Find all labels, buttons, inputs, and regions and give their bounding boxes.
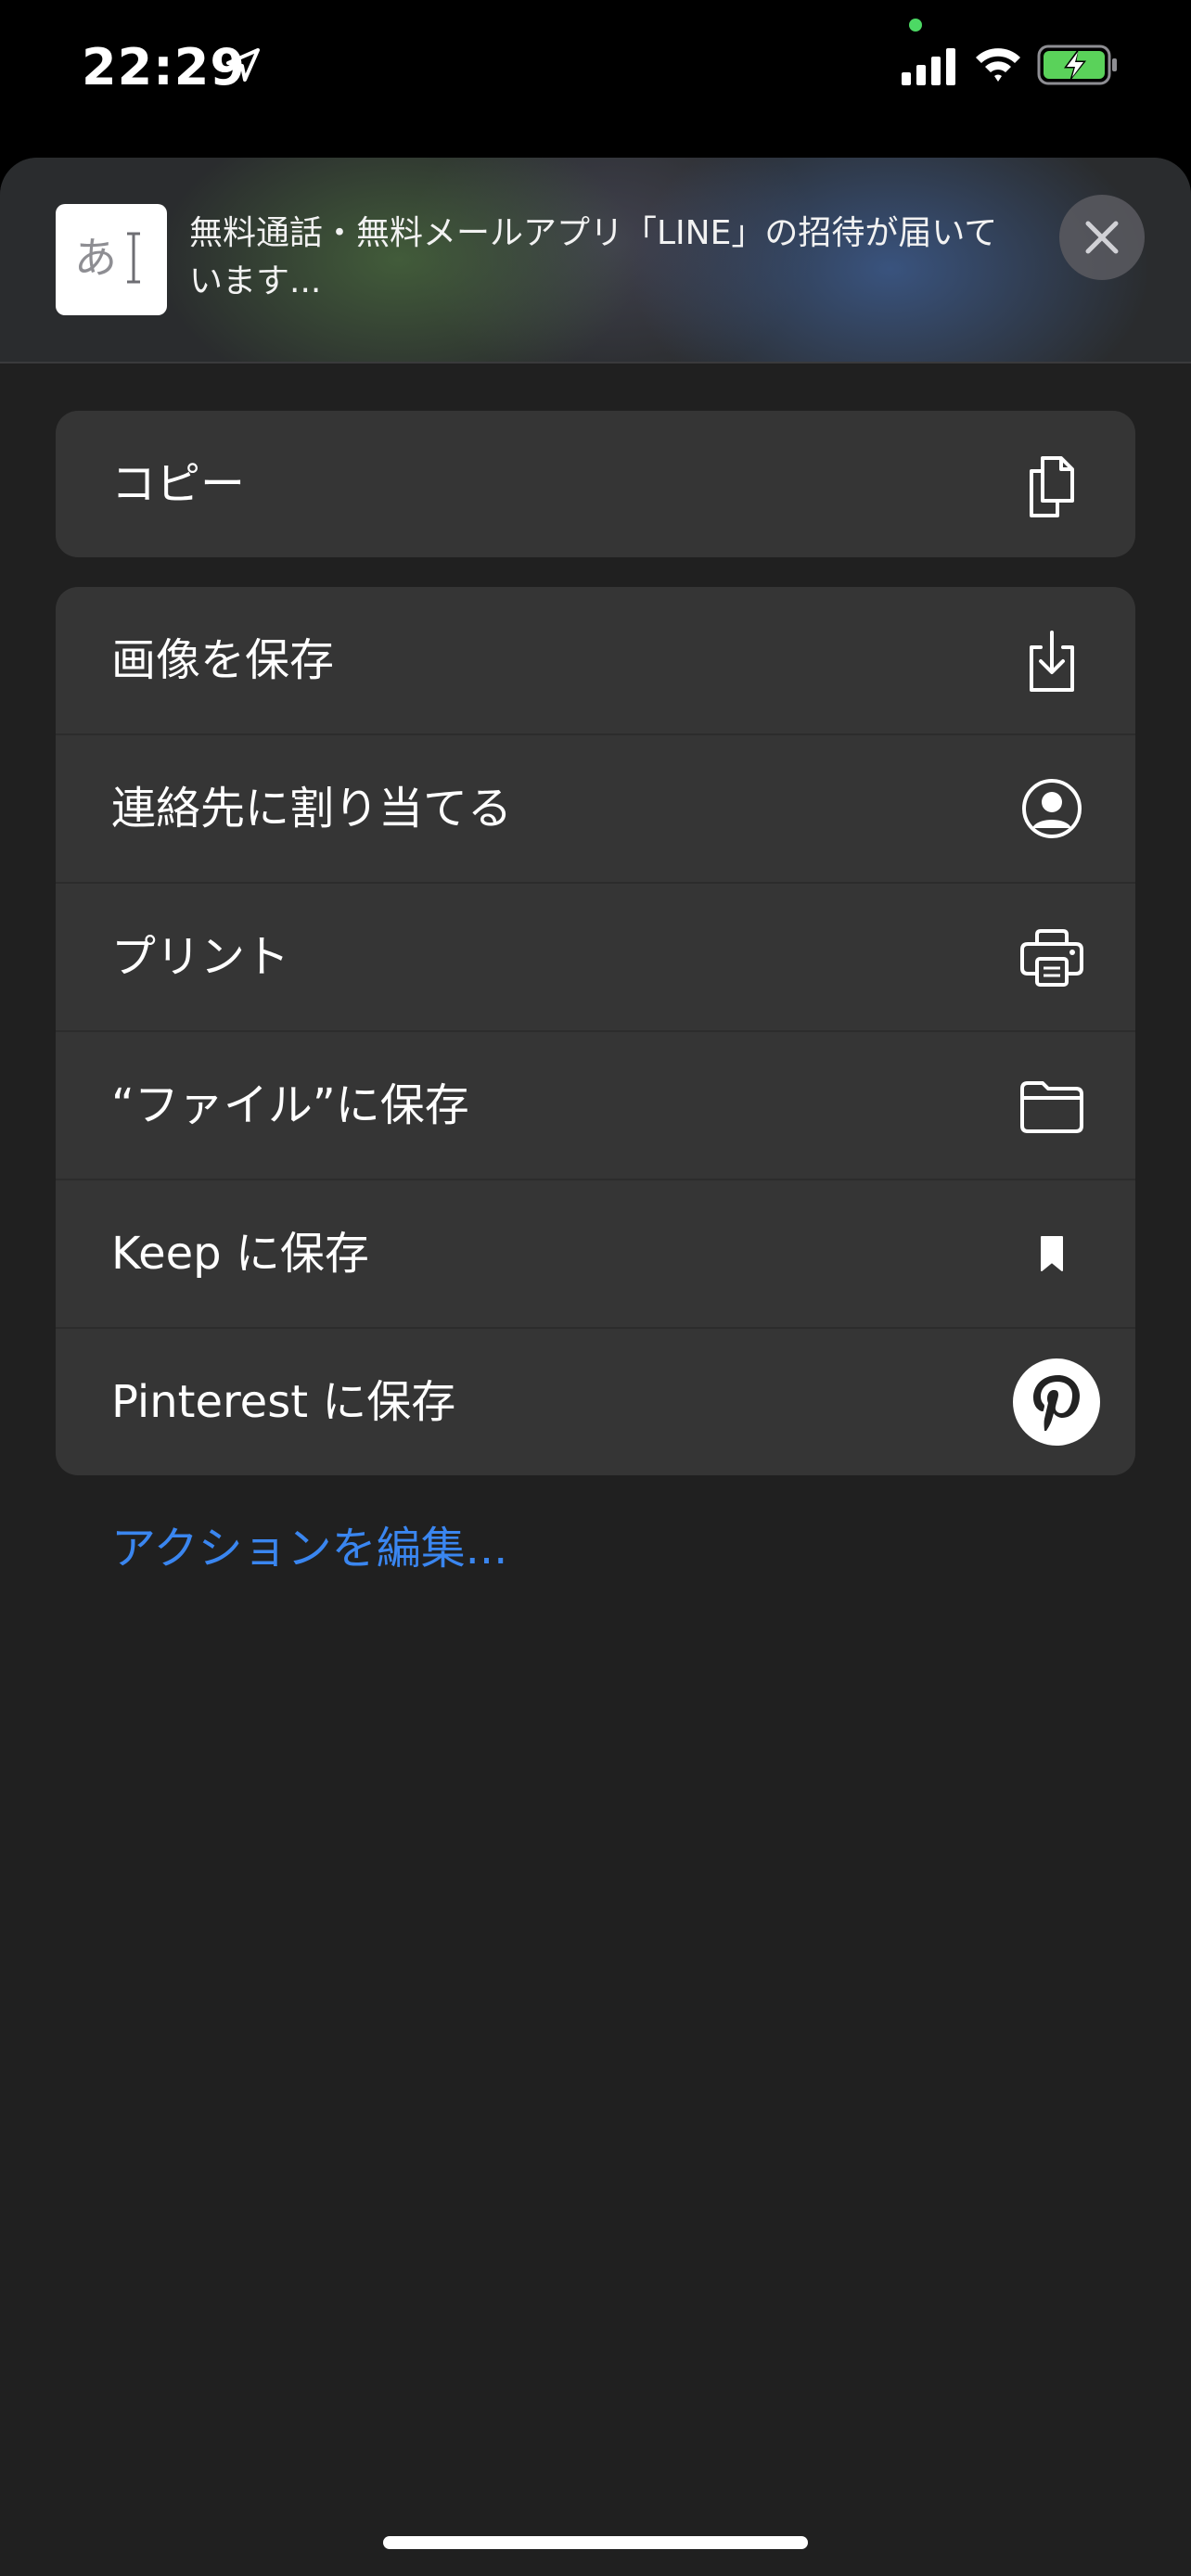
close-button[interactable] <box>1059 195 1145 280</box>
wifi-icon <box>976 48 1020 82</box>
action-copy-label: コピー <box>111 458 246 510</box>
action-save-to-files-label: “ファイル”に保存 <box>111 1079 469 1131</box>
location-arrow-icon <box>226 48 260 82</box>
pinterest-icon <box>1013 1358 1100 1446</box>
home-indicator[interactable] <box>383 2536 808 2549</box>
battery-charging-icon <box>1037 45 1117 85</box>
share-sheet: あ 無料通話・無料メールアプリ「LINE」の招待が届いています... コピー 画… <box>0 158 1191 2576</box>
contact-icon <box>1015 772 1089 846</box>
thumbnail-glyph: あ <box>74 233 117 283</box>
action-assign-to-contact-label: 連絡先に割り当てる <box>111 783 513 835</box>
action-save-to-files[interactable]: “ファイル”に保存 <box>56 1032 1135 1180</box>
save-image-icon <box>1015 623 1089 697</box>
screen: 22:29 あ 無料通話・無料メールアプリ「LINE」の招待が届いています...… <box>0 0 1191 2576</box>
action-copy[interactable]: コピー <box>56 411 1135 557</box>
text-cursor-icon <box>127 232 140 284</box>
camera-in-use-indicator <box>909 19 922 32</box>
action-assign-to-contact[interactable]: 連絡先に割り当てる <box>56 735 1135 884</box>
edit-actions-link[interactable]: アクションを編集... <box>111 1511 507 1586</box>
bookmark-icon <box>1015 1217 1089 1291</box>
actions-group: 画像を保存 連絡先に割り当てる プリント “ファイル”に保存 Keep に保存 … <box>56 587 1135 1475</box>
close-icon <box>1085 221 1119 254</box>
status-time: 22:29 <box>82 38 246 96</box>
copy-icon <box>1015 447 1089 521</box>
action-print-label: プリント <box>111 931 290 983</box>
copy-group: コピー <box>56 411 1135 557</box>
action-save-to-pinterest-label: Pinterest に保存 <box>111 1376 456 1428</box>
folder-icon <box>1015 1068 1089 1142</box>
action-save-to-pinterest[interactable]: Pinterest に保存 <box>56 1329 1135 1475</box>
status-bar: 22:29 <box>0 0 1191 139</box>
action-save-to-keep-label: Keep に保存 <box>111 1228 369 1280</box>
share-sheet-header: あ 無料通話・無料メールアプリ「LINE」の招待が届いています... <box>0 158 1191 363</box>
cellular-signal-icon <box>902 48 955 85</box>
action-print[interactable]: プリント <box>56 884 1135 1032</box>
action-save-image-label: 画像を保存 <box>111 634 335 686</box>
printer-icon <box>1015 920 1089 994</box>
preview-title: 無料通話・無料メールアプリ「LINE」の招待が届いています... <box>189 214 998 300</box>
preview-thumbnail: あ <box>56 204 167 315</box>
action-save-to-keep[interactable]: Keep に保存 <box>56 1180 1135 1329</box>
action-save-image[interactable]: 画像を保存 <box>56 587 1135 735</box>
